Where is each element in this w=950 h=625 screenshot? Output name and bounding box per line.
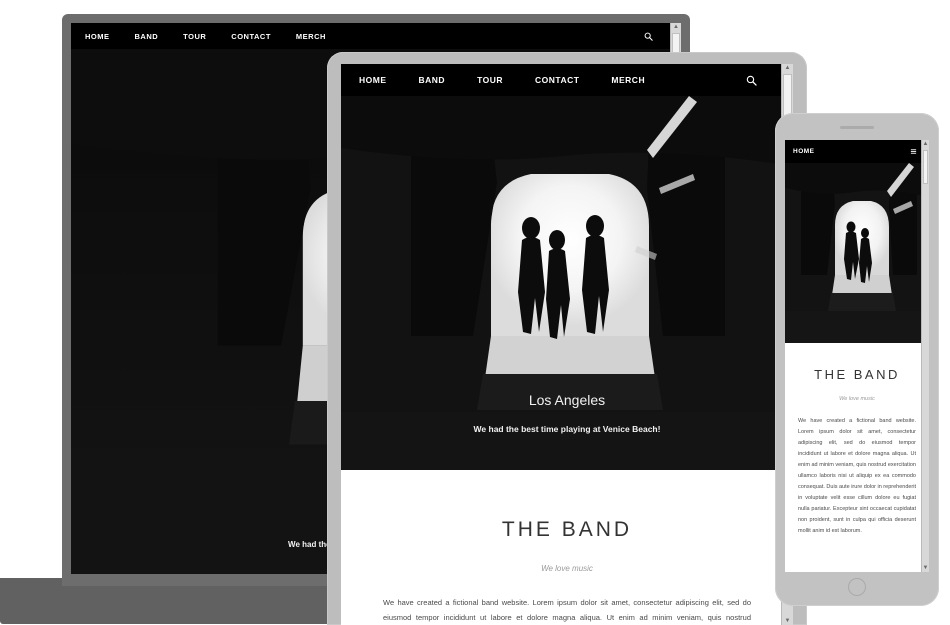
phone-screen: HOME THE BAND We love music We have crea… [785,140,929,572]
band-section-body: We have created a fictional band website… [798,418,917,534]
nav-item-tour[interactable]: TOUR [183,32,206,41]
scroll-thumb[interactable] [923,150,928,184]
hero-tunnel-photo [785,163,929,343]
responsive-device-showcase: HOME BAND TOUR CONTACT MERCH We had the … [0,0,950,625]
nav-item-home[interactable]: HOME [793,148,815,155]
hero-title: Los Angeles [528,392,606,408]
nav-item-band[interactable]: BAND [419,75,446,85]
tablet-band-section: THE BAND We love music We have created a… [341,470,793,625]
band-section-heading: THE BAND [501,518,633,541]
scroll-down-icon[interactable]: ▼ [782,617,793,625]
phone-home-button[interactable] [848,578,866,596]
nav-item-contact[interactable]: CONTACT [231,32,271,41]
phone-bezel: HOME THE BAND We love music We have crea… [775,113,939,606]
phone-navbar: HOME [785,140,929,163]
band-section-subheading: We love music [839,396,875,402]
nav-item-band[interactable]: BAND [135,32,159,41]
hero-subtitle: We had the best time playing at Venice B… [473,424,661,434]
search-icon[interactable] [746,75,775,86]
phone-speaker [840,126,874,129]
phone-band-section: THE BAND We love music We have created a… [785,343,929,543]
tablet-navbar: HOME BAND TOUR CONTACT MERCH [341,64,793,96]
scroll-up-icon[interactable]: ▲ [671,23,681,31]
laptop-navbar: HOME BAND TOUR CONTACT MERCH [71,23,681,49]
nav-item-merch[interactable]: MERCH [611,75,645,85]
scroll-down-icon[interactable]: ▼ [922,564,929,572]
nav-item-home[interactable]: HOME [85,32,110,41]
band-section-heading: THE BAND [814,367,900,382]
search-icon[interactable] [644,32,667,41]
nav-item-contact[interactable]: CONTACT [535,75,579,85]
band-section-subheading: We love music [541,564,593,573]
scroll-up-icon[interactable]: ▲ [922,140,929,148]
phone-scrollbar[interactable]: ▲ ▼ [921,140,929,572]
phone-hero [785,163,929,343]
nav-item-tour[interactable]: TOUR [477,75,503,85]
nav-item-merch[interactable]: MERCH [296,32,326,41]
tablet-hero: Los Angeles We had the best time playing… [341,96,793,470]
phone-mockup: HOME THE BAND We love music We have crea… [775,113,939,606]
nav-item-home[interactable]: HOME [359,75,387,85]
band-section-body: We have created a fictional band website… [383,598,751,623]
scroll-up-icon[interactable]: ▲ [782,64,793,72]
tablet-bezel: HOME BAND TOUR CONTACT MERCH Los Angeles… [327,52,807,625]
tablet-mockup: HOME BAND TOUR CONTACT MERCH Los Angeles… [327,52,807,625]
tablet-screen: HOME BAND TOUR CONTACT MERCH Los Angeles… [341,64,793,625]
hamburger-icon[interactable] [910,148,921,155]
tablet-hero-caption: Los Angeles We had the best time playing… [341,392,793,434]
